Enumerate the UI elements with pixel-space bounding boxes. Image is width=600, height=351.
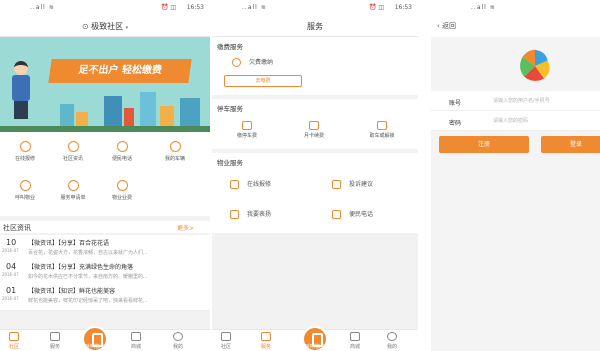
- login-button[interactable]: 登录: [541, 136, 600, 153]
- status-bar: ..all ≋ ⏰ ◫ 16:53: [0, 0, 210, 15]
- news-item[interactable]: 01 2016-07 【微资讯】【知识】鲜花也能美容 鲜花也能美容，鲜花印记经惊…: [0, 283, 210, 311]
- tab-mine[interactable]: 我的: [374, 332, 410, 350]
- chevron-down-icon: ▾: [125, 25, 129, 31]
- location-selector[interactable]: ⊙ 极致社区 ▾: [0, 21, 210, 32]
- parking-section: 停车服务 缴停车费 月卡续费 取车或解锁: [212, 99, 418, 149]
- home-screen: ..all ≋ ⏰ ◫ 16:53 ⊙ 极致社区 ▾ 足不出户 轻松缴费 在线报…: [0, 0, 210, 351]
- pay-section: 缴费服务 欠费缴纳 去缴费: [212, 37, 418, 95]
- battery-icon: ⏰ ◫: [368, 4, 384, 11]
- status-bar: ..all ≋: [431, 0, 600, 15]
- status-time: 16:53: [186, 4, 204, 11]
- coin-icon: [232, 58, 241, 67]
- news-section-title: 社区资讯: [3, 224, 31, 232]
- password-label: 密码: [449, 120, 462, 127]
- status-bar: ..all ≋ ⏰ ◫ 16:53: [212, 0, 418, 15]
- grid-item-car[interactable]: 我的车辆: [150, 141, 200, 162]
- section-title: 物业服务: [217, 159, 243, 167]
- grid-item-repair[interactable]: 在线报修: [0, 141, 50, 162]
- card-icon: [309, 121, 319, 130]
- signal-icon: ..all ≋: [471, 4, 496, 11]
- tab-mine[interactable]: 我的: [160, 332, 196, 350]
- car-unlock-icon: [377, 121, 387, 130]
- cart-icon: [131, 332, 141, 341]
- tab-call-property[interactable]: 呼叫物业: [297, 326, 333, 351]
- grid-item-call[interactable]: 呼叫物业: [0, 180, 50, 201]
- cart-icon: [350, 332, 360, 341]
- grid-item-phone[interactable]: 便民电话: [97, 141, 147, 162]
- news-header: 社区资讯 更多>: [0, 221, 210, 233]
- diamond-icon: [261, 332, 271, 341]
- home-icon: [221, 332, 231, 341]
- password-field: 密码: [431, 111, 600, 131]
- diamond-icon: [50, 332, 60, 341]
- service-header: 服务: [212, 15, 418, 37]
- phone-icon: [116, 141, 128, 152]
- section-title: 停车服务: [217, 105, 243, 113]
- account-label: 账号: [449, 100, 462, 107]
- section-title: 缴费服务: [217, 43, 243, 51]
- bottom-tab-bar: 社区 服务 呼叫物业 商城 我的: [212, 326, 418, 351]
- grid-item-form[interactable]: 服务申请单: [48, 180, 98, 201]
- battery-icon: ⏰ ◫: [160, 4, 176, 11]
- call-icon: [19, 180, 31, 191]
- book-icon: [332, 210, 341, 219]
- login-header: ‹ 返回: [431, 15, 600, 37]
- thumb-icon: [230, 210, 239, 219]
- grid-item-fee[interactable]: 物业业费: [97, 180, 147, 201]
- arrears-row[interactable]: 欠费缴纳: [232, 57, 273, 67]
- form-icon: [67, 180, 79, 191]
- go-pay-button[interactable]: 去缴费: [224, 75, 302, 87]
- back-button[interactable]: ‹ 返回: [437, 21, 456, 31]
- wrench-icon: [230, 180, 239, 189]
- car-unlock-item[interactable]: 取车或解锁: [362, 121, 402, 139]
- promo-banner[interactable]: 足不出户 轻松缴费: [0, 37, 210, 132]
- phone-book-item[interactable]: 便民电话: [332, 209, 373, 219]
- signal-icon: ..all ≋: [30, 4, 55, 11]
- online-repair-item[interactable]: 在线报修: [230, 179, 271, 189]
- account-field: 账号: [431, 91, 600, 111]
- tab-service[interactable]: 服务: [248, 332, 284, 350]
- fee-icon: [116, 180, 128, 191]
- service-screen: ..all ≋ ⏰ ◫ 16:53 服务 缴费服务 欠费缴纳 去缴费 停车服务 …: [212, 0, 418, 351]
- signal-icon: ..all ≋: [242, 4, 267, 11]
- parking-icon: [242, 121, 252, 130]
- app-logo-icon: [520, 49, 550, 81]
- login-screen: ..all ≋ ‹ 返回 账号 密码 注册 登录: [431, 0, 600, 351]
- parking-fee-item[interactable]: 缴停车费: [227, 121, 267, 139]
- user-icon: [173, 332, 183, 341]
- page-title: 服务: [307, 22, 323, 31]
- location-pin-icon: ⊙: [81, 22, 92, 31]
- user-icon: [387, 332, 397, 341]
- wrench-icon: [19, 141, 31, 152]
- location-name: 极致社区: [91, 22, 124, 31]
- tab-service[interactable]: 服务: [37, 332, 73, 350]
- tab-mall[interactable]: 商城: [118, 332, 154, 350]
- bottom-tab-bar: 社区 服务 呼叫物业 商城 我的: [0, 326, 210, 351]
- tab-call-property[interactable]: 呼叫物业: [77, 326, 113, 351]
- register-button[interactable]: 注册: [439, 136, 529, 153]
- chat-icon: [332, 180, 341, 189]
- praise-item[interactable]: 我要表扬: [230, 209, 271, 219]
- home-header: ⊙ 极致社区 ▾: [0, 15, 210, 37]
- cartoon-man-illustration: [10, 61, 32, 121]
- password-input[interactable]: [493, 116, 593, 126]
- banner-slogan: 足不出户 轻松缴费: [48, 59, 192, 83]
- feature-grid: 在线报修 社区资讯 便民电话 我的车辆 呼叫物业 服务申请单 物业业费: [0, 132, 210, 216]
- property-section: 物业服务 在线报修 投诉建议 我要表扬 便民电话: [212, 153, 418, 233]
- monthly-card-item[interactable]: 月卡续费: [294, 121, 334, 139]
- news-icon: [67, 141, 79, 152]
- tab-mall[interactable]: 商城: [337, 332, 373, 350]
- tab-community[interactable]: 社区: [212, 332, 244, 350]
- account-input[interactable]: [493, 96, 593, 106]
- home-icon: [9, 332, 19, 341]
- news-more-link[interactable]: 更多>: [177, 223, 194, 232]
- tab-community[interactable]: 社区: [0, 332, 32, 350]
- complaint-item[interactable]: 投诉建议: [332, 179, 373, 189]
- car-icon: [169, 141, 181, 152]
- status-time: 16:53: [394, 4, 412, 11]
- grid-item-news[interactable]: 社区资讯: [48, 141, 98, 162]
